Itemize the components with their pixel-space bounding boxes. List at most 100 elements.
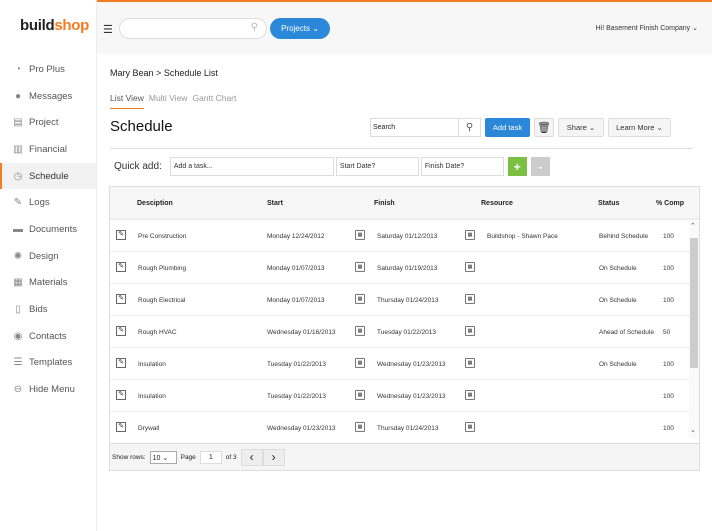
calendar-icon[interactable]: ▦ bbox=[355, 230, 365, 240]
scroll-down-icon[interactable]: ⌄ bbox=[690, 426, 696, 434]
share-button[interactable]: Share ⌄ bbox=[558, 118, 604, 137]
cell-finish: Wednesday 01/23/2013 bbox=[377, 393, 446, 400]
calendar-icon[interactable]: ▦ bbox=[465, 358, 475, 368]
edit-icon[interactable]: ✎ bbox=[116, 262, 126, 272]
calendar-icon[interactable]: ▦ bbox=[465, 326, 475, 336]
cell-description: Insulation bbox=[138, 393, 166, 400]
calendar-icon[interactable]: ▦ bbox=[465, 422, 475, 432]
projects-dropdown[interactable]: Projects ⌄ bbox=[270, 18, 330, 39]
page-input[interactable]: 1 bbox=[199, 450, 222, 464]
cell-finish: Saturday 01/12/2013 bbox=[377, 233, 438, 240]
calendar-icon[interactable]: ▦ bbox=[355, 326, 365, 336]
table-row[interactable]: ✎ Insulation Tuesday 01/22/2013 ▦ Wednes… bbox=[110, 348, 690, 380]
sidebar-item-label: Pro Plus bbox=[29, 63, 65, 75]
calendar-icon[interactable]: ▦ bbox=[465, 294, 475, 304]
sidebar-item-label: Hide Menu bbox=[29, 384, 75, 396]
table-body: ✎ Pre Construction Monday 12/24/2012 ▦ S… bbox=[110, 220, 699, 444]
sidebar-item-label: Logs bbox=[29, 197, 50, 209]
sidebar-item-templates[interactable]: ☰ Templates bbox=[0, 350, 96, 377]
breadcrumb-parent[interactable]: Mary Bean bbox=[110, 68, 154, 78]
global-search-input[interactable]: ⚲ bbox=[119, 18, 267, 39]
quick-add-label: Quick add: bbox=[114, 161, 162, 172]
buildshop-logo[interactable]: buildshop bbox=[20, 17, 89, 34]
rows-per-page-select[interactable]: 10 ⌄ bbox=[149, 450, 177, 464]
header-status[interactable]: Status bbox=[598, 200, 619, 207]
sidebar-item-hide-menu[interactable]: ⊖ Hide Menu bbox=[0, 376, 96, 403]
calendar-icon[interactable]: ▦ bbox=[355, 390, 365, 400]
task-input[interactable]: Add a task... bbox=[169, 157, 334, 176]
cell-comp: 100 bbox=[663, 425, 674, 432]
scrollbar-thumb[interactable] bbox=[690, 238, 698, 368]
sidebar-item-bids[interactable]: ▯ Bids bbox=[0, 296, 96, 323]
calendar-icon[interactable]: ▦ bbox=[465, 230, 475, 240]
table-row[interactable]: ✎ Insulation Tuesday 01/22/2013 ▦ Wednes… bbox=[110, 380, 690, 412]
cell-comp: 100 bbox=[663, 361, 674, 368]
edit-icon[interactable]: ✎ bbox=[116, 422, 126, 432]
edit-icon[interactable]: ✎ bbox=[116, 294, 126, 304]
sidebar-item-financial[interactable]: ▥ Financial bbox=[0, 136, 96, 163]
header-start[interactable]: Start bbox=[267, 200, 283, 207]
divider bbox=[110, 148, 693, 149]
layers-icon: ▦ bbox=[13, 277, 23, 289]
table-row[interactable]: ✎ Rough Electrical Monday 01/07/2013 ▦ T… bbox=[110, 284, 690, 316]
cell-finish: Wednesday 01/23/2013 bbox=[377, 361, 446, 368]
sidebar-item-contacts[interactable]: ◉ Contacts bbox=[0, 323, 96, 350]
edit-icon[interactable]: ✎ bbox=[116, 358, 126, 368]
finish-date-input[interactable]: Finish Date? bbox=[420, 157, 504, 176]
table-row[interactable]: ✎ Rough HVAC Wednesday 01/16/2013 ▦ Tues… bbox=[110, 316, 690, 348]
sidebar-item-logs[interactable]: ✎ Logs bbox=[0, 189, 96, 216]
tab-list-view[interactable]: List View bbox=[110, 93, 144, 109]
calendar-icon[interactable]: ▦ bbox=[355, 262, 365, 272]
sidebar-item-label: Materials bbox=[29, 277, 68, 289]
sidebar-item-documents[interactable]: ▬ Documents bbox=[0, 216, 96, 243]
calendar-icon[interactable]: ▦ bbox=[355, 358, 365, 368]
header-comp[interactable]: % Comp bbox=[656, 200, 684, 207]
book-icon: ▤ bbox=[13, 117, 23, 129]
header-resource[interactable]: Resource bbox=[481, 200, 513, 207]
page-label: Page bbox=[180, 453, 196, 461]
edit-icon[interactable]: ✎ bbox=[116, 390, 126, 400]
learn-more-button[interactable]: Learn More ⌄ bbox=[608, 118, 671, 137]
table-row[interactable]: ✎ Drywall Wednesday 01/23/2013 ▦ Thursda… bbox=[110, 412, 690, 444]
sidebar-item-project[interactable]: ▤ Project bbox=[0, 109, 96, 136]
sidebar-item-pro-plus[interactable]: ◔ Pro Plus bbox=[0, 56, 96, 83]
add-task-button[interactable]: Add task bbox=[485, 118, 530, 137]
trash-icon[interactable]: 🗑 bbox=[534, 118, 554, 137]
calendar-icon[interactable]: ▦ bbox=[465, 390, 475, 400]
calendar-icon[interactable]: ▦ bbox=[465, 262, 475, 272]
arrow-left-icon: ⊖ bbox=[13, 384, 23, 396]
menu-toggle-icon[interactable]: ☰ bbox=[103, 23, 113, 36]
cell-status: On Schedule bbox=[599, 297, 637, 304]
header-finish[interactable]: Finish bbox=[374, 200, 395, 207]
prev-page-button[interactable]: ‹ bbox=[240, 448, 263, 466]
remove-quick-task-button[interactable]: - bbox=[530, 157, 550, 176]
add-quick-task-button[interactable]: + bbox=[507, 157, 527, 176]
sidebar-item-label: Schedule bbox=[29, 170, 69, 182]
tab-gantt-chart[interactable]: Gantt Chart bbox=[192, 93, 236, 109]
start-date-input[interactable]: Start Date? bbox=[335, 157, 419, 176]
page-title: Schedule bbox=[110, 118, 173, 135]
header-description[interactable]: Desciption bbox=[137, 200, 173, 207]
table-row[interactable]: ✎ Rough Plumbing Monday 01/07/2013 ▦ Sat… bbox=[110, 252, 690, 284]
scroll-up-icon[interactable]: ⌃ bbox=[690, 222, 696, 230]
edit-icon[interactable]: ✎ bbox=[116, 326, 126, 336]
next-page-button[interactable]: › bbox=[262, 448, 285, 466]
sidebar-item-messages[interactable]: ● Messages bbox=[0, 83, 96, 110]
quick-add: Quick add: Add a task... Start Date? Fin… bbox=[114, 157, 550, 176]
calendar-icon[interactable]: ▦ bbox=[355, 422, 365, 432]
tab-multi-view[interactable]: Multi View bbox=[149, 93, 188, 109]
chevron-right-icon: > bbox=[156, 68, 162, 78]
account-menu[interactable]: Hi! Basement Finish Company ⌄ bbox=[596, 24, 698, 32]
sidebar-item-label: Contacts bbox=[29, 330, 67, 342]
table-row[interactable]: ✎ Pre Construction Monday 12/24/2012 ▦ S… bbox=[110, 220, 690, 252]
sidebar-item-materials[interactable]: ▦ Materials bbox=[0, 270, 96, 297]
search-input[interactable]: Search bbox=[371, 119, 458, 136]
edit-icon[interactable]: ✎ bbox=[116, 230, 126, 240]
sidebar-item-schedule[interactable]: ◷ Schedule bbox=[0, 162, 96, 190]
scrollbar[interactable]: ⌃ ⌄ bbox=[689, 220, 699, 438]
sidebar-item-design[interactable]: ✺ Design bbox=[0, 243, 96, 270]
schedule-search: Search ⚲ bbox=[370, 118, 481, 137]
search-icon[interactable]: ⚲ bbox=[458, 119, 480, 136]
cell-description: Rough HVAC bbox=[138, 329, 177, 336]
calendar-icon[interactable]: ▦ bbox=[355, 294, 365, 304]
